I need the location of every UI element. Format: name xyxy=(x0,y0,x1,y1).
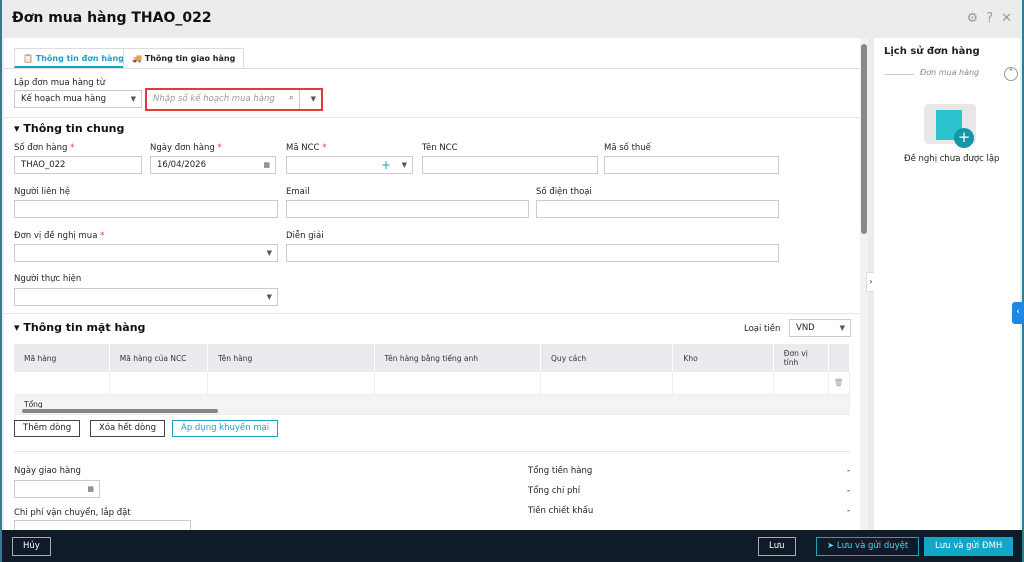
plus-icon: + xyxy=(381,158,392,172)
truck-icon: 🚚 xyxy=(132,54,145,63)
section-general[interactable]: ▾ Thông tin chung xyxy=(14,122,124,135)
currency-select[interactable]: VND ▼ xyxy=(789,319,851,337)
history-title: Lịch sử đơn hàng xyxy=(884,46,980,57)
apply-promo-button[interactable]: Áp dụng khuyến mại xyxy=(172,420,279,437)
empty-state-text: Đề nghị chưa được lập xyxy=(904,154,1000,164)
source-label: Lập đơn mua hàng từ xyxy=(14,78,106,88)
email-input[interactable] xyxy=(286,200,529,218)
supplier-code-select[interactable]: + ▼ xyxy=(286,156,413,174)
tax-code-input[interactable] xyxy=(604,156,779,174)
order-date-input[interactable]: 16/04/2026 ▦ xyxy=(150,156,276,174)
send-icon: ➤ xyxy=(827,541,837,551)
close-icon[interactable]: ✕ xyxy=(1001,11,1012,26)
executor-select[interactable]: ▼ xyxy=(14,288,278,306)
dialog-title: Đơn mua hàng THAO_022 xyxy=(12,10,212,26)
order-history-panel: Lịch sử đơn hàng Đơn mua hàng ˄ + Đề ngh… xyxy=(874,38,1020,530)
items-table: Mã hàng Mã hàng của NCC Tên hàng Tên hàng b… xyxy=(14,344,851,415)
request-unit-select[interactable]: ▼ xyxy=(14,244,278,262)
plan-search-input[interactable]: Nhập số kế hoạch mua hàng ⌕ ▼ xyxy=(145,88,323,111)
purchase-order-dialog: Đơn mua hàng THAO_022 ⚙? ✕ 📋 Thông tin đơ… xyxy=(2,0,1024,562)
contact-input[interactable] xyxy=(14,200,278,218)
search-icon: ⌕ xyxy=(289,93,294,103)
tab-order-info[interactable]: 📋 Thông tin đơn hàng xyxy=(14,48,133,68)
add-row-button[interactable]: Thêm dòng xyxy=(14,420,81,437)
save-button[interactable]: Lưu xyxy=(758,537,796,556)
supplier-name-input[interactable] xyxy=(422,156,598,174)
chevron-up-icon[interactable]: ˄ xyxy=(1004,67,1018,81)
calendar-icon: ▦ xyxy=(87,485,94,493)
table-row: 🗑 xyxy=(14,372,851,395)
title-bar: Đơn mua hàng THAO_022 ⚙? ✕ xyxy=(2,0,1022,38)
trash-icon[interactable]: 🗑 xyxy=(828,372,851,395)
side-toggle-button[interactable]: ‹ xyxy=(1012,302,1024,324)
horizontal-scrollbar[interactable] xyxy=(14,408,850,414)
calendar-icon: ▦ xyxy=(263,161,270,169)
footer-bar: Hủy Lưu ➤ Lưu và gửi duyệt Lưu và gửi ĐM… xyxy=(2,530,1022,562)
tab-delivery-info[interactable]: 🚚 Thông tin giao hàng xyxy=(123,48,245,68)
cancel-button[interactable]: Hủy xyxy=(12,537,51,556)
gear-icon[interactable]: ⚙ xyxy=(967,11,979,26)
help-icon[interactable]: ? xyxy=(986,11,993,26)
phone-input[interactable] xyxy=(536,200,779,218)
description-input[interactable] xyxy=(286,244,779,262)
delivery-date-input[interactable]: ▦ xyxy=(14,480,100,498)
source-select[interactable]: Kế hoạch mua hàng ▼ xyxy=(14,90,142,108)
save-send-dmh-button[interactable]: Lưu và gửi ĐMH xyxy=(924,537,1014,556)
order-number-input[interactable]: THAO_022 xyxy=(14,156,142,174)
save-send-approve-button[interactable]: ➤ Lưu và gửi duyệt xyxy=(816,537,920,556)
chevron-down-icon: ▼ xyxy=(310,95,316,103)
clear-rows-button[interactable]: Xóa hết dòng xyxy=(90,420,165,437)
clipboard-icon: 📋 xyxy=(23,54,36,63)
document-add-icon: + xyxy=(924,104,976,148)
chevron-down-icon: ▼ xyxy=(130,95,136,103)
shipping-cost-input[interactable] xyxy=(14,520,191,530)
section-items[interactable]: ▾ Thông tin mặt hàng xyxy=(14,321,145,334)
chevron-down-icon: ▼ xyxy=(401,161,407,169)
main-form: 📋 Thông tin đơn hàng 🚚 Thông tin giao hà… xyxy=(4,38,860,530)
